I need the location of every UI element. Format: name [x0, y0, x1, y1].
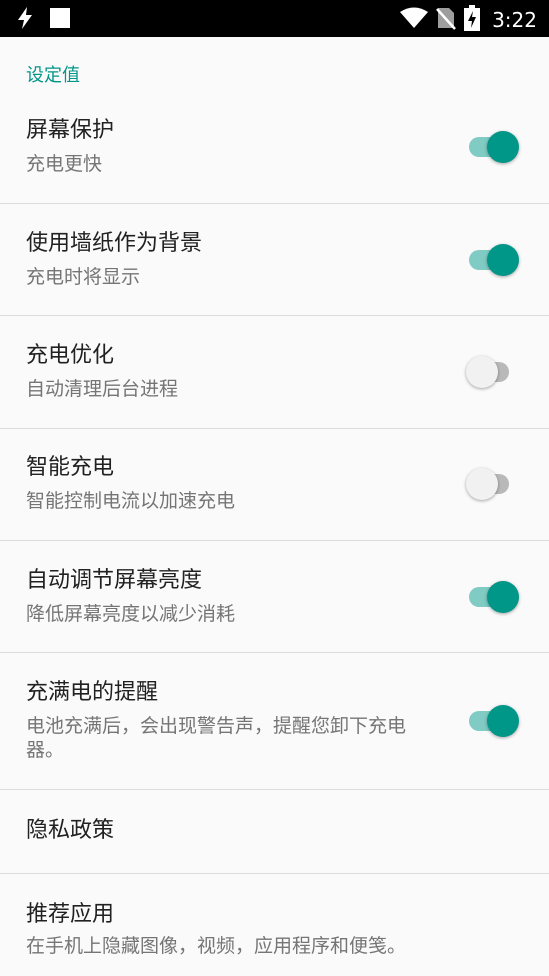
status-time: 3:22	[492, 8, 537, 32]
setting-summary: 智能控制电流以加速充电	[26, 490, 236, 512]
setting-title: 充电优化	[26, 343, 115, 368]
auto-brightness-toggle[interactable]	[466, 580, 520, 614]
setting-title: 充满电的提醒	[26, 680, 159, 705]
setting-summary: 降低屏幕亮度以减少消耗	[26, 603, 236, 625]
setting-screensaver[interactable]: 屏幕保护 充电更快	[0, 92, 549, 204]
setting-title: 智能充电	[26, 455, 115, 480]
setting-title: 屏幕保护	[26, 118, 115, 143]
setting-privacy-policy[interactable]: 隐私政策	[0, 790, 549, 874]
notification-square-icon	[50, 8, 70, 32]
status-bar: 3:22	[0, 0, 549, 37]
wifi-icon	[400, 7, 429, 33]
setting-auto-brightness[interactable]: 自动调节屏幕亮度 降低屏幕亮度以减少消耗	[0, 541, 549, 653]
setting-wallpaper-background[interactable]: 使用墙纸作为背景 充电时将显示	[0, 204, 549, 316]
setting-title: 使用墙纸作为背景	[26, 231, 203, 256]
setting-summary: 自动清理后台进程	[26, 378, 179, 400]
setting-title: 自动调节屏幕亮度	[26, 568, 203, 593]
smart-charging-toggle[interactable]	[466, 467, 520, 501]
battery-charging-icon	[464, 5, 481, 35]
toggle-thumb	[466, 468, 498, 500]
screensaver-toggle[interactable]	[466, 130, 520, 164]
toggle-thumb	[466, 356, 498, 388]
no-sim-icon	[436, 6, 457, 34]
setting-summary: 在手机上隐藏图像，视频，应用程序和便笺。	[26, 935, 407, 957]
full-charge-reminder-toggle[interactable]	[466, 704, 520, 738]
setting-recommended-apps[interactable]: 推荐应用 在手机上隐藏图像，视频，应用程序和便笺。	[0, 874, 549, 976]
wallpaper-background-toggle[interactable]	[466, 243, 520, 277]
setting-summary: 充电更快	[26, 153, 103, 175]
setting-charge-optimization[interactable]: 充电优化 自动清理后台进程	[0, 316, 549, 429]
toggle-thumb	[487, 581, 519, 613]
setting-summary: 电池充满后，会出现警告声，提醒您卸下充电器。	[26, 715, 407, 761]
setting-title: 推荐应用	[26, 902, 115, 927]
toggle-thumb	[487, 131, 519, 163]
setting-smart-charging[interactable]: 智能充电 智能控制电流以加速充电	[0, 429, 549, 541]
charging-bolt-icon	[16, 6, 34, 34]
toggle-thumb	[487, 705, 519, 737]
setting-summary: 充电时将显示	[26, 266, 141, 288]
setting-full-charge-reminder[interactable]: 充满电的提醒 电池充满后，会出现警告声，提醒您卸下充电器。	[0, 653, 549, 790]
charge-optimization-toggle[interactable]	[466, 355, 520, 389]
section-header: 设定值	[26, 65, 80, 86]
toggle-thumb	[487, 244, 519, 276]
setting-title: 隐私政策	[26, 818, 115, 843]
